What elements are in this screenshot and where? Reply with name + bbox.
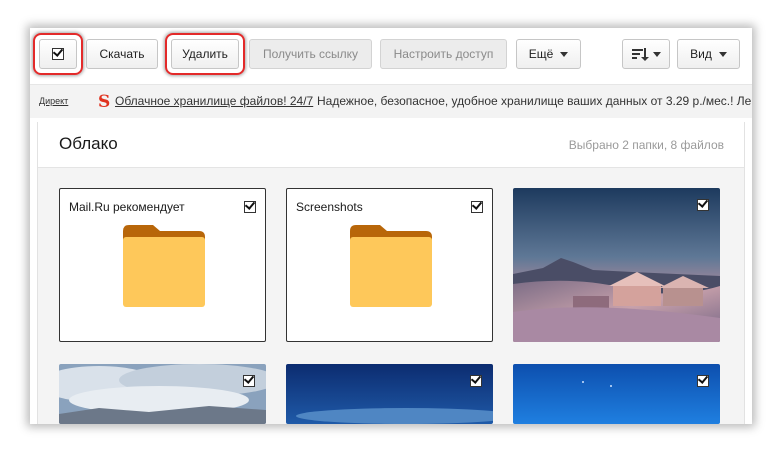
download-button[interactable]: Скачать — [86, 39, 158, 69]
checkbox-icon[interactable] — [470, 375, 482, 387]
selection-status: Выбрано 2 папки, 8 файлов — [568, 138, 724, 152]
folder-tile[interactable]: Screenshots — [286, 188, 493, 342]
image-thumbnail[interactable] — [59, 364, 266, 424]
checkbox-icon[interactable] — [471, 201, 483, 213]
cloud-window: Скачать Удалить Получить ссылку Настроит… — [30, 28, 752, 424]
checkbox-icon[interactable] — [697, 375, 709, 387]
view-label: Вид — [690, 47, 712, 61]
ad-label[interactable]: Директ — [39, 96, 68, 106]
more-label: Ещё — [528, 47, 554, 61]
folder-name: Mail.Ru рекомендует — [69, 200, 185, 214]
ad-link[interactable]: Облачное хранилище файлов! 24/7 — [115, 94, 313, 108]
image-thumbnail[interactable] — [513, 188, 720, 342]
chevron-down-icon — [652, 51, 661, 57]
select-all-highlight — [33, 33, 83, 75]
view-button[interactable]: Вид — [677, 39, 740, 69]
ad-banner: Директ S Облачное хранилище файлов! 24/7… — [30, 84, 752, 118]
folder-name: Screenshots — [296, 200, 363, 214]
folder-icon — [350, 225, 432, 307]
get-link-button[interactable]: Получить ссылку — [249, 39, 372, 69]
ad-text: Надежное, безопасное, удобное хранилище … — [317, 94, 752, 108]
sort-button[interactable] — [622, 39, 670, 69]
delete-highlight — [165, 33, 245, 75]
chevron-down-icon — [560, 51, 569, 57]
ad-logo-icon[interactable]: S — [98, 92, 110, 112]
folder-tile[interactable]: Mail.Ru рекомендует — [59, 188, 266, 342]
photo-snow-huts — [513, 188, 720, 342]
photo-bright-sky — [513, 364, 720, 424]
photo-clouds — [59, 364, 266, 424]
image-thumbnail[interactable] — [513, 364, 720, 424]
sort-icon — [631, 48, 649, 61]
access-settings-button[interactable]: Настроить доступ — [380, 39, 507, 69]
checkbox-icon[interactable] — [244, 201, 256, 213]
chevron-down-icon — [718, 51, 727, 57]
cloud-content: Облако Выбрано 2 папки, 8 файлов Mail.Ru… — [37, 122, 745, 424]
photo-blue-sky — [286, 364, 493, 424]
checkbox-icon[interactable] — [243, 375, 255, 387]
image-thumbnail[interactable] — [286, 364, 493, 424]
content-header: Облако Выбрано 2 папки, 8 файлов — [38, 122, 744, 168]
folder-icon — [123, 225, 205, 307]
checkbox-icon[interactable] — [697, 199, 709, 211]
more-button[interactable]: Ещё — [516, 39, 581, 69]
toolbar: Скачать Удалить Получить ссылку Настроит… — [30, 28, 752, 84]
page-title: Облако — [59, 134, 118, 153]
